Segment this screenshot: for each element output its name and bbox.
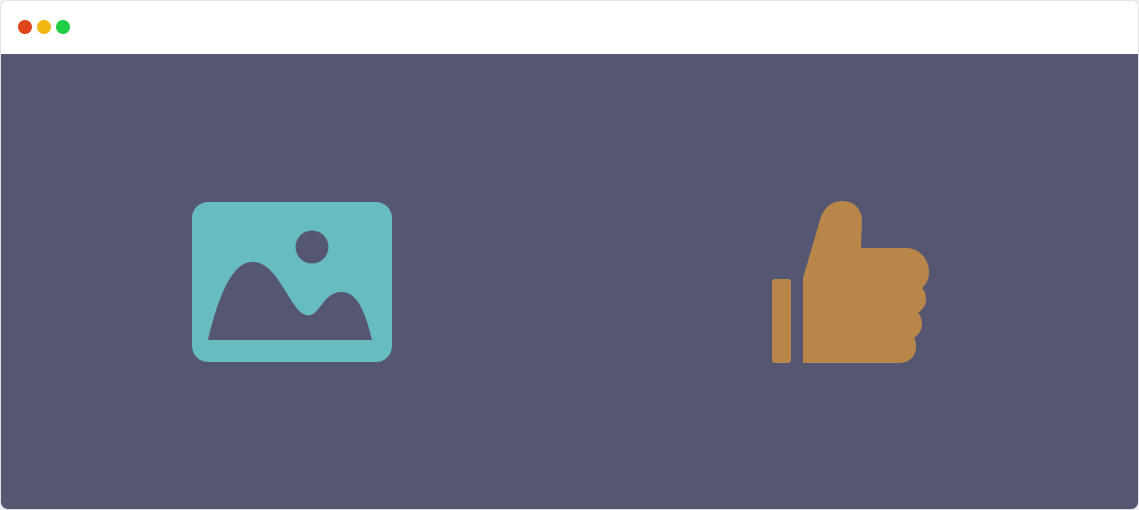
image-icon — [191, 201, 393, 363]
thumbs-up-icon — [770, 200, 930, 364]
minimize-window-button[interactable] — [37, 20, 51, 34]
content-area — [1, 54, 1138, 509]
app-window — [0, 0, 1139, 510]
title-bar — [1, 1, 1138, 54]
maximize-window-button[interactable] — [56, 20, 70, 34]
close-window-button[interactable] — [18, 20, 32, 34]
window-controls — [18, 20, 70, 34]
